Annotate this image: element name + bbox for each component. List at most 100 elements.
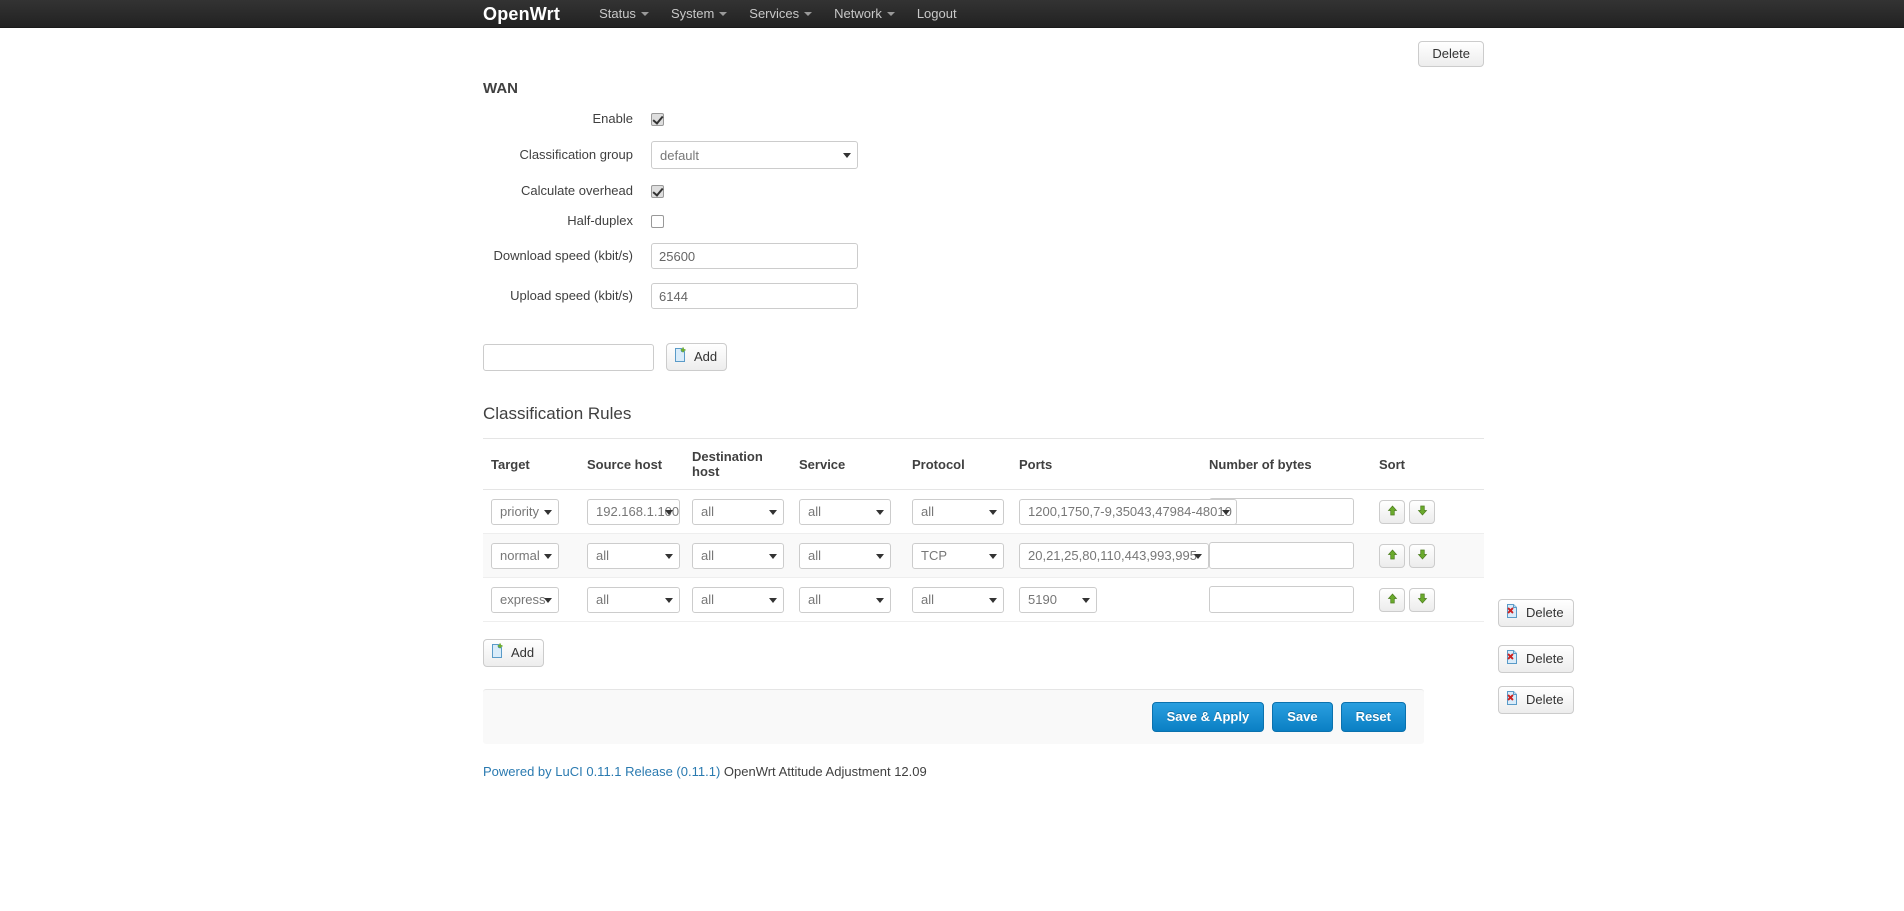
ports-select[interactable]: 20,21,25,80,110,443,993,995: [1019, 542, 1209, 569]
form-row-upload-speed: Upload speed (kbit/s): [483, 283, 1484, 309]
move-up-button[interactable]: [1379, 499, 1405, 524]
source-host-select[interactable]: all: [587, 586, 680, 613]
column-header-number-of-bytes: Number of bytes: [1201, 438, 1371, 490]
add-interface-input[interactable]: [483, 343, 654, 371]
sort-buttons: [1379, 543, 1476, 568]
add-interface-row: Add: [483, 343, 1484, 371]
download-speed-input[interactable]: [651, 243, 858, 269]
delete-rule-button-3[interactable]: Delete: [1498, 685, 1574, 714]
service-select[interactable]: all: [799, 498, 891, 525]
table-row: normal all all all TCP 20,21,25,80,110,4…: [483, 533, 1484, 578]
cell-ports: 1200,1750,7-9,35043,47984-48010: [1011, 489, 1237, 534]
upload-speed-field: [651, 283, 858, 309]
cell-ports: 5190: [1011, 577, 1201, 622]
chevron-down-icon: [1222, 509, 1230, 515]
chevron-down-icon: [843, 153, 851, 158]
chevron-down-icon: [544, 597, 552, 603]
upload-speed-input[interactable]: [651, 283, 858, 309]
classification-group-field: default: [651, 141, 858, 169]
nav-item-services[interactable]: Services: [738, 0, 823, 28]
move-down-button[interactable]: [1409, 543, 1435, 568]
target-value: express: [500, 592, 546, 607]
source-host-select[interactable]: 192.168.1.100: [587, 498, 680, 525]
destination-host-value: all: [701, 548, 715, 563]
chevron-down-icon: [640, 11, 649, 16]
classification-group-select[interactable]: default: [651, 141, 858, 169]
arrow-down-icon: [1417, 548, 1428, 563]
move-up-button[interactable]: [1379, 587, 1405, 612]
download-speed-label: Download speed (kbit/s): [493, 248, 633, 263]
ports-select[interactable]: 1200,1750,7-9,35043,47984-48010: [1019, 498, 1237, 525]
luci-credits-link[interactable]: Powered by LuCI 0.11.1 Release (0.11.1): [483, 764, 720, 779]
new-document-icon: [672, 347, 688, 367]
content-area: Delete WAN Enable Classification group d…: [483, 28, 1574, 779]
chevron-down-icon: [876, 597, 884, 603]
destination-host-select[interactable]: all: [692, 586, 784, 613]
protocol-select[interactable]: TCP: [912, 542, 1004, 569]
column-header-ports: Ports: [1011, 438, 1201, 490]
chevron-down-icon: [1194, 553, 1202, 559]
form-row-download-speed: Download speed (kbit/s): [483, 243, 1484, 269]
move-down-button[interactable]: [1409, 499, 1435, 524]
target-select[interactable]: express: [491, 586, 559, 613]
delete-rule-button-1[interactable]: Delete: [1498, 599, 1574, 627]
nav-item-logout-label: Logout: [916, 5, 957, 21]
ports-select[interactable]: 5190: [1019, 586, 1097, 613]
ports-value: 20,21,25,80,110,443,993,995: [1028, 548, 1197, 563]
target-select[interactable]: priority: [491, 498, 559, 525]
chevron-down-icon: [769, 553, 777, 559]
top-actions-bar: Delete: [483, 28, 1484, 67]
chevron-down-icon: [544, 509, 552, 515]
add-interface-button[interactable]: Add: [666, 343, 728, 371]
arrow-up-icon: [1387, 592, 1398, 607]
protocol-select[interactable]: all: [912, 498, 1004, 525]
source-host-select[interactable]: all: [587, 542, 680, 569]
chevron-down-icon: [544, 553, 552, 559]
destination-host-value: all: [701, 504, 715, 519]
delete-section-button[interactable]: Delete: [1418, 41, 1484, 67]
nav-item-status[interactable]: Status: [588, 0, 660, 28]
classification-rules-table: Target Source host Destination host Serv…: [483, 438, 1484, 622]
add-interface-label: Add: [694, 349, 718, 364]
add-rule-button[interactable]: Add: [483, 639, 545, 667]
nav-item-network[interactable]: Network: [823, 0, 906, 28]
service-select[interactable]: all: [799, 542, 891, 569]
chevron-down-icon: [665, 553, 673, 559]
column-header-target: Target: [483, 438, 579, 490]
classification-rules-title: Classification Rules: [483, 404, 632, 423]
delete-document-icon: [1504, 649, 1520, 669]
chevron-down-icon: [804, 11, 813, 16]
destination-host-select[interactable]: all: [692, 498, 784, 525]
calculate-overhead-checkbox[interactable]: [651, 184, 664, 198]
cell-protocol: all: [904, 489, 1011, 534]
cell-source-host: all: [579, 533, 684, 578]
half-duplex-checkbox[interactable]: [651, 214, 664, 228]
service-select[interactable]: all: [799, 586, 891, 613]
number-of-bytes-input[interactable]: [1209, 586, 1354, 613]
cell-destination-host: all: [684, 489, 791, 534]
cell-ports: 20,21,25,80,110,443,993,995: [1011, 533, 1209, 578]
protocol-select[interactable]: all: [912, 586, 1004, 613]
target-select[interactable]: normal: [491, 542, 559, 569]
destination-host-select[interactable]: all: [692, 542, 784, 569]
enable-checkbox[interactable]: [651, 112, 664, 126]
move-up-button[interactable]: [1379, 543, 1405, 568]
cell-sort: [1371, 577, 1484, 622]
arrow-down-icon: [1417, 504, 1428, 519]
save-button[interactable]: Save: [1272, 702, 1333, 732]
brand-logo[interactable]: OpenWrt: [483, 0, 560, 28]
cell-number-of-bytes: [1201, 577, 1371, 622]
delete-rule-button-2[interactable]: Delete: [1498, 644, 1574, 673]
cell-protocol: TCP: [904, 533, 1011, 578]
row-delete-buttons: Delete Delete Delete: [1498, 588, 1574, 720]
reset-button[interactable]: Reset: [1340, 702, 1406, 732]
number-of-bytes-input[interactable]: [1209, 542, 1354, 569]
arrow-up-icon: [1387, 548, 1398, 563]
nav-item-logout[interactable]: Logout: [906, 0, 968, 28]
save-apply-button[interactable]: Save & Apply: [1151, 702, 1265, 732]
delete-document-icon: [1504, 690, 1520, 710]
arrow-down-icon: [1417, 592, 1428, 607]
move-down-button[interactable]: [1409, 587, 1435, 612]
nav-item-system[interactable]: System: [660, 0, 738, 28]
cell-protocol: all: [904, 577, 1011, 622]
